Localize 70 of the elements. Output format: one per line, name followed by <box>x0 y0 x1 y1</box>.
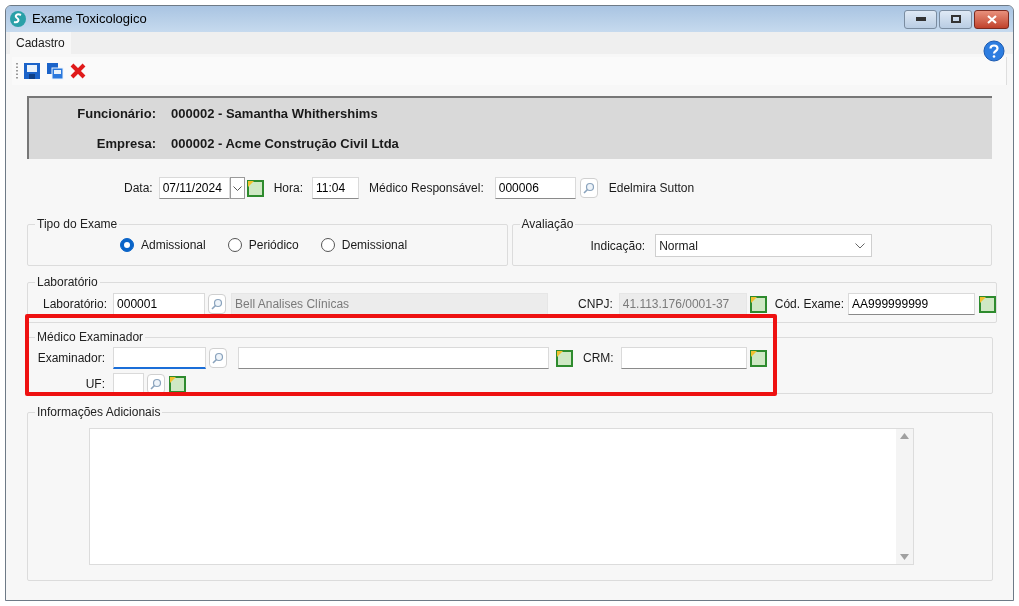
search-button[interactable] <box>579 178 598 198</box>
field-label: Hora: <box>273 180 304 197</box>
field-label: CRM: <box>583 350 614 367</box>
lab-code-field[interactable]: 000001 <box>113 293 206 315</box>
field-label: CNPJ: <box>578 296 613 313</box>
scrollbar[interactable] <box>896 429 913 564</box>
chevron-down-icon <box>232 185 242 191</box>
group-title: Informações Adicionais <box>36 404 162 421</box>
delete-icon[interactable] <box>69 62 87 80</box>
search-button[interactable] <box>209 348 227 368</box>
examiner-name-field[interactable] <box>238 347 549 369</box>
field-label: Cód. Exame: <box>774 296 845 313</box>
note-icon[interactable] <box>169 375 186 393</box>
group-title: Médico Examinador <box>36 329 145 346</box>
radio-button[interactable] <box>320 238 335 252</box>
radio-option[interactable]: Admissional <box>120 236 206 254</box>
group-title: Avaliação <box>520 216 575 233</box>
maximize-icon <box>950 15 961 23</box>
examiner-code-field[interactable] <box>113 347 206 369</box>
doctor-name: Edelmira Sutton <box>608 180 695 197</box>
radio-option[interactable]: Periódico <box>227 236 299 254</box>
radio-button[interactable] <box>120 238 134 252</box>
crm-field[interactable] <box>620 347 747 369</box>
header-value: 000002 - Acme Construção Civil Ltda <box>171 134 399 153</box>
date-field[interactable]: 07/11/2024 <box>158 177 230 199</box>
close-icon <box>986 14 997 24</box>
lab-name-field[interactable]: Bell Analises Clínicas <box>231 293 549 315</box>
field-label: Indicação: <box>590 237 646 255</box>
header-label: Funcionário: <box>76 105 156 123</box>
note-icon[interactable] <box>749 295 767 313</box>
indication-select[interactable]: Normal <box>655 234 873 257</box>
note-icon[interactable] <box>979 295 997 313</box>
minimize-icon <box>915 17 926 21</box>
help-icon[interactable] <box>983 40 1005 62</box>
group-title: Tipo do Exame <box>36 216 119 233</box>
header-value: 000002 - Samantha Whithershims <box>171 105 378 123</box>
search-button[interactable] <box>147 374 165 394</box>
app-logo-icon <box>9 10 27 28</box>
field-label: UF: <box>84 376 105 393</box>
field-label: Data: <box>124 180 153 197</box>
exam-code-field[interactable]: AA999999999 <box>848 293 976 315</box>
window-title: Exame Toxicologico <box>32 10 147 29</box>
note-icon[interactable] <box>749 349 767 367</box>
maximize-button[interactable] <box>939 9 972 29</box>
field-label: Examinador: <box>36 350 105 367</box>
field-label: Médico Responsável: <box>369 180 484 197</box>
note-icon[interactable] <box>556 349 573 367</box>
search-icon <box>150 378 162 390</box>
save-icon[interactable] <box>23 62 41 80</box>
chevron-down-icon <box>855 242 866 249</box>
uf-field[interactable] <box>113 373 144 395</box>
close-button[interactable] <box>974 9 1009 29</box>
search-icon <box>212 352 224 364</box>
radio-button[interactable] <box>227 238 242 252</box>
search-button[interactable] <box>208 294 227 314</box>
search-icon <box>582 182 595 194</box>
scroll-down-icon[interactable] <box>900 554 909 560</box>
cnpj-field[interactable]: 41.113.176/0001-37 <box>618 293 747 315</box>
note-icon[interactable] <box>246 179 264 197</box>
save-copy-icon[interactable] <box>46 62 64 80</box>
radio-option[interactable]: Demissional <box>320 236 408 254</box>
doctor-code-field[interactable]: 000006 <box>494 177 576 199</box>
tab[interactable]: Cadastro <box>10 32 71 54</box>
group-title: Laboratório <box>36 274 99 291</box>
scroll-up-icon[interactable] <box>900 433 909 439</box>
minimize-button[interactable] <box>904 9 937 29</box>
time-field[interactable]: 11:04 <box>312 177 360 199</box>
header-label: Empresa: <box>95 134 156 153</box>
search-icon <box>211 298 224 310</box>
field-label: Laboratório: <box>43 296 108 313</box>
